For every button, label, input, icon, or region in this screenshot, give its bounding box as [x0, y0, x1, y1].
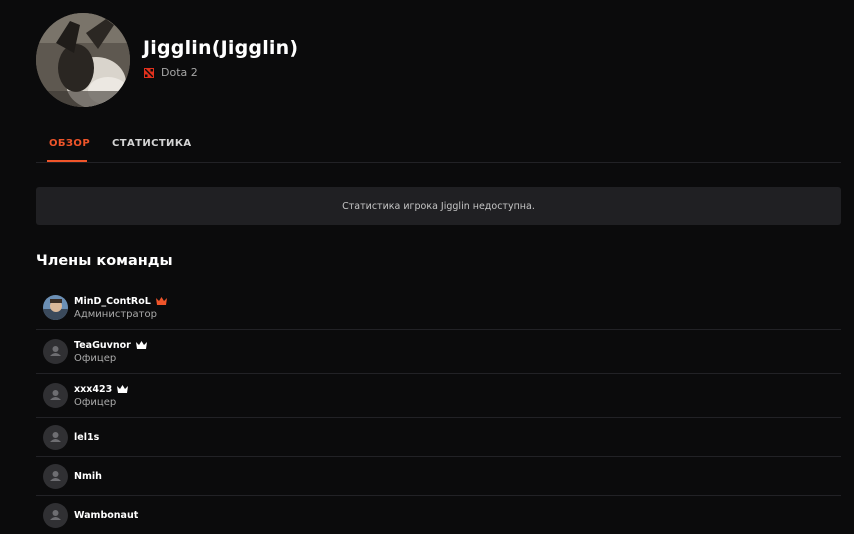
- member-name[interactable]: xxx423: [74, 384, 112, 395]
- default-user-icon: [43, 339, 68, 364]
- tab-statistics[interactable]: СТАТИСТИКА: [112, 138, 192, 149]
- default-user-icon: [43, 383, 68, 408]
- team-header: Jigglin(Jigglin) Dota 2: [36, 13, 298, 107]
- member-row[interactable]: MinD_ContRoL Администратор: [36, 286, 841, 330]
- team-name: Jigglin(Jigglin): [143, 37, 299, 59]
- stats-unavailable-notice: Статистика игрока Jigglin недоступна.: [36, 187, 841, 225]
- member-row[interactable]: xxx423 Офицер: [36, 374, 841, 418]
- default-user-icon: [43, 463, 68, 489]
- game-label-row: Dota 2: [143, 66, 298, 79]
- members-list: MinD_ContRoL Администратор TeaGuvnor Офи…: [36, 286, 841, 534]
- member-name[interactable]: TeaGuvnor: [74, 340, 131, 351]
- members-section-title: Члены команды: [36, 253, 173, 269]
- team-avatar: [36, 13, 130, 107]
- default-user-icon: [43, 424, 68, 450]
- member-role: Офицер: [74, 352, 117, 364]
- member-name[interactable]: Wambonaut: [74, 510, 138, 521]
- dota2-icon: [144, 67, 154, 78]
- crown-icon: [135, 341, 147, 349]
- member-row[interactable]: lel1s: [36, 418, 841, 457]
- crown-icon: [155, 297, 167, 305]
- crown-icon: [117, 385, 129, 393]
- member-role: Офицер: [74, 396, 117, 408]
- tab-bar: ОБЗОР СТАТИСТИКА: [36, 134, 841, 163]
- member-row[interactable]: Wambonaut: [36, 496, 841, 534]
- member-name[interactable]: lel1s: [74, 432, 99, 443]
- member-role: Администратор: [74, 308, 157, 320]
- tab-overview[interactable]: ОБЗОР: [49, 138, 90, 149]
- member-row[interactable]: Nmih: [36, 457, 841, 496]
- default-user-icon: [43, 502, 68, 528]
- avatar: [43, 295, 68, 320]
- member-row[interactable]: TeaGuvnor Офицер: [36, 330, 841, 374]
- active-tab-indicator: [47, 160, 87, 162]
- member-name[interactable]: Nmih: [74, 471, 102, 482]
- game-name: Dota 2: [161, 66, 198, 79]
- member-name[interactable]: MinD_ContRoL: [74, 296, 151, 307]
